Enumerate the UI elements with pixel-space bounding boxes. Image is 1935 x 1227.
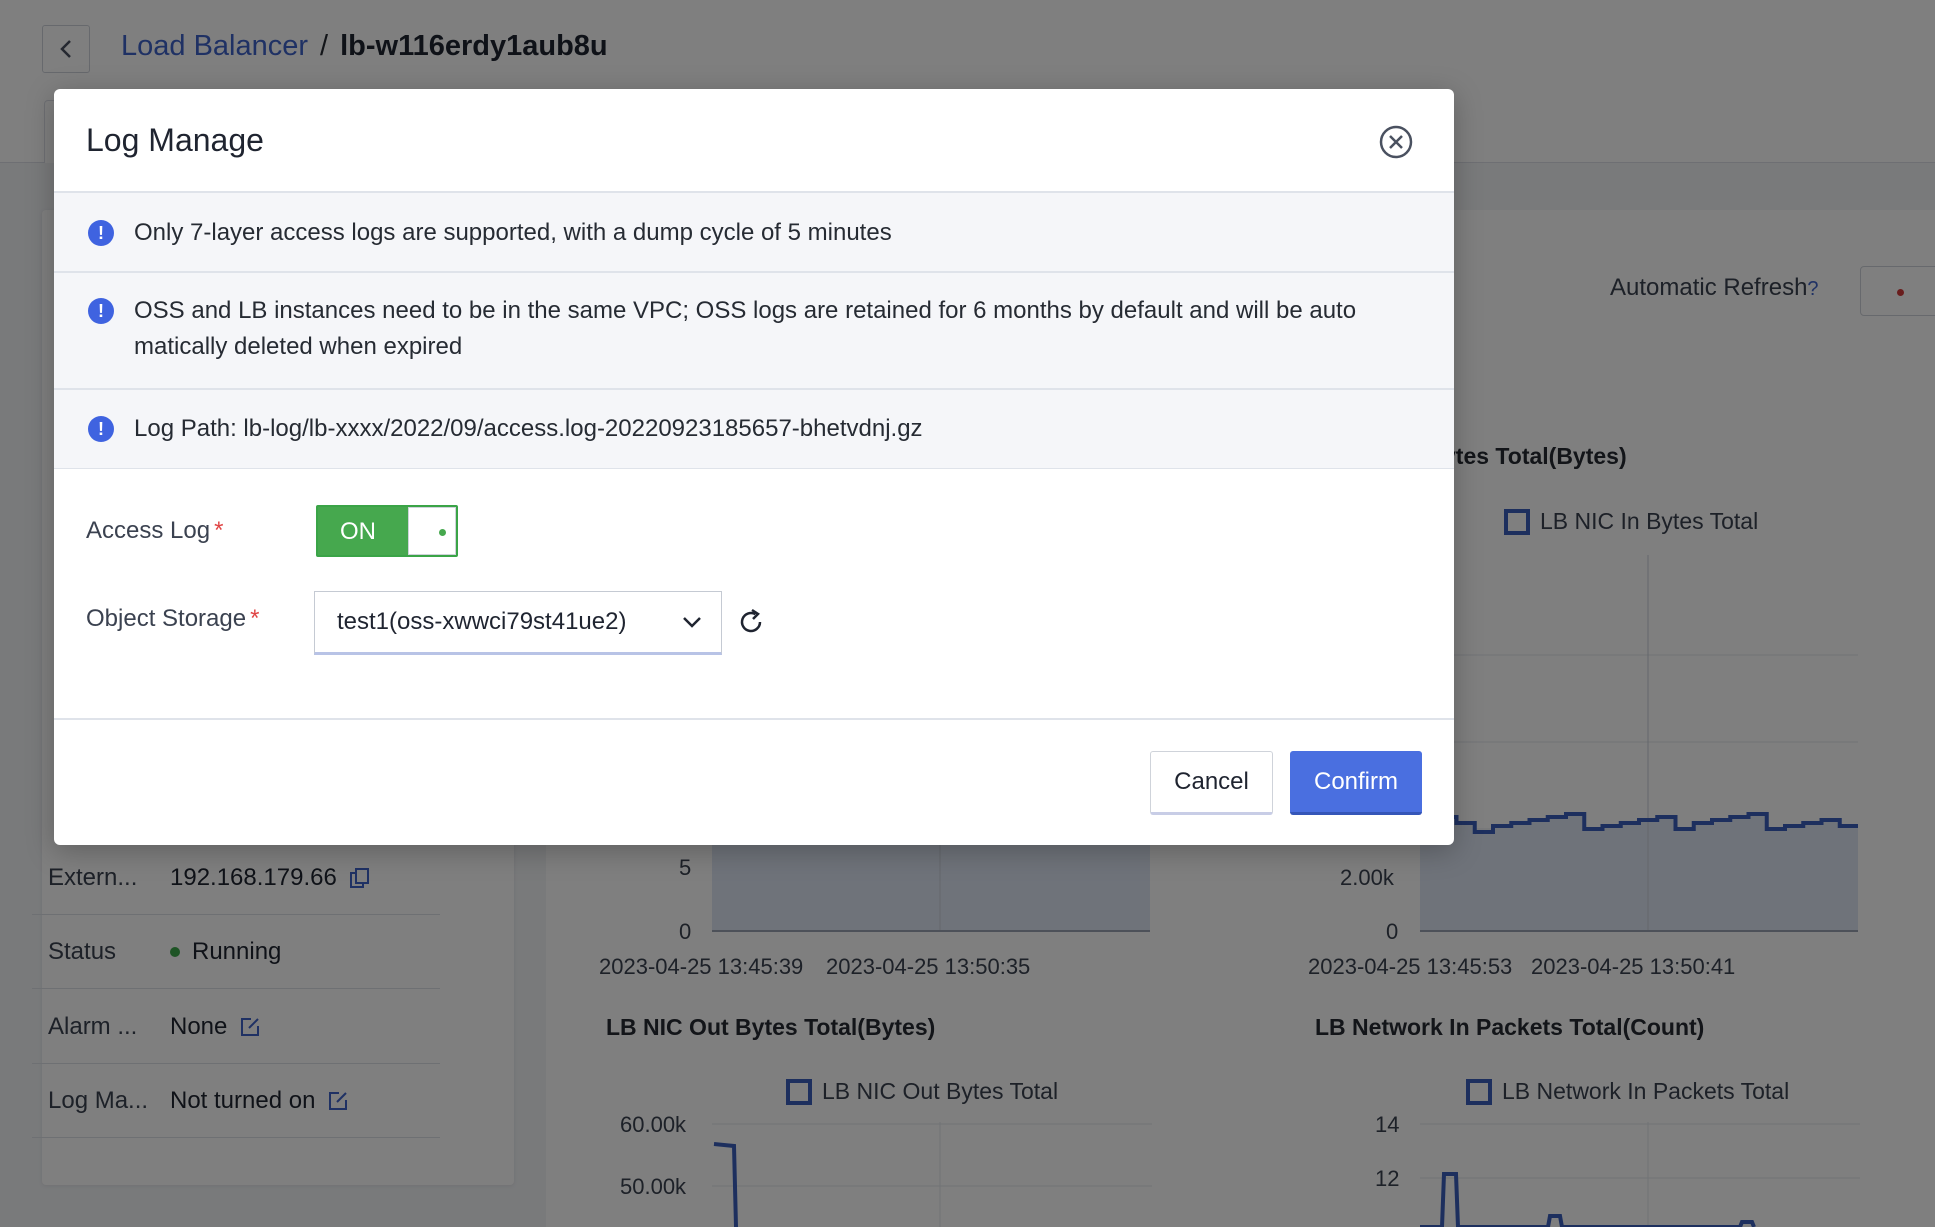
notice-text: Only 7-layer access logs are supported, … bbox=[134, 219, 892, 246]
object-storage-select[interactable]: test1(oss-xwwci79st41ue2) bbox=[314, 591, 722, 655]
notice-text: Log Path: lb-log/lb-xxxx/2022/09/access.… bbox=[134, 415, 923, 442]
modal-title: Log Manage bbox=[86, 121, 264, 158]
object-storage-value: test1(oss-xwwci79st41ue2) bbox=[337, 608, 627, 635]
confirm-button[interactable]: Confirm bbox=[1290, 751, 1422, 815]
notice-oss-vpc: ! OSS and LB instances need to be in the… bbox=[54, 273, 1454, 390]
object-storage-row: Object Storage * bbox=[86, 605, 316, 633]
info-icon: ! bbox=[88, 298, 114, 324]
info-icon: ! bbox=[88, 220, 114, 246]
modal-header: Log Manage bbox=[54, 89, 1454, 193]
refresh-icon[interactable] bbox=[736, 607, 766, 637]
notice-log-path: ! Log Path: lb-log/lb-xxxx/2022/09/acces… bbox=[54, 390, 1454, 469]
close-icon[interactable] bbox=[1378, 124, 1414, 160]
notice-text: OSS and LB instances need to be in the s… bbox=[134, 297, 1357, 360]
access-log-label: Access Log * bbox=[86, 517, 224, 544]
access-log-toggle[interactable]: ON bbox=[316, 505, 458, 557]
notice-dump-cycle: ! Only 7-layer access logs are supported… bbox=[54, 193, 1454, 273]
toggle-knob bbox=[408, 507, 456, 555]
access-log-row: Access Log * bbox=[86, 517, 316, 545]
modal-footer: Cancel Confirm bbox=[54, 718, 1454, 845]
log-manage-dialog: Log Manage ! Only 7-layer access logs ar… bbox=[54, 89, 1454, 845]
object-storage-label: Object Storage * bbox=[86, 605, 260, 632]
info-icon: ! bbox=[88, 416, 114, 442]
toggle-state-text: ON bbox=[340, 518, 376, 545]
cancel-button[interactable]: Cancel bbox=[1150, 751, 1273, 815]
required-mark: * bbox=[250, 605, 260, 632]
chevron-down-icon bbox=[683, 617, 701, 628]
required-mark: * bbox=[214, 517, 224, 544]
